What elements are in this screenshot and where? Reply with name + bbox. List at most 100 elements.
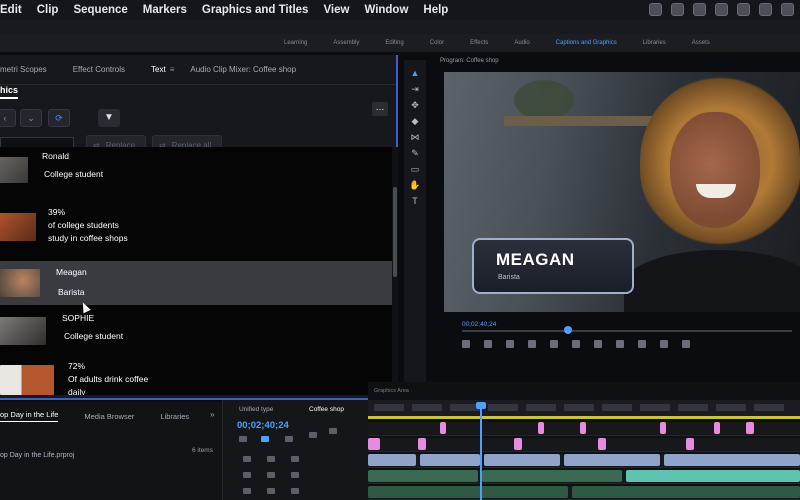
graphic-clip[interactable] <box>598 438 606 450</box>
edit-status-icon[interactable] <box>649 3 662 16</box>
list-item-selected[interactable]: Meagan Barista <box>0 261 392 305</box>
workspace-assembly[interactable]: Assembly <box>333 40 359 46</box>
track-eye-icon[interactable] <box>291 488 299 494</box>
track-select-tool-icon[interactable]: ⇥ <box>409 84 421 94</box>
graphic-clip[interactable] <box>580 422 586 434</box>
tab-media-browser[interactable]: Media Browser <box>84 412 134 421</box>
graphic-clip[interactable] <box>660 422 666 434</box>
menu-help[interactable]: Help <box>423 4 448 16</box>
go-to-in-icon[interactable] <box>528 340 536 348</box>
workspace-learning[interactable]: Learning <box>284 40 307 46</box>
ripple-edit-tool-icon[interactable]: ✥ <box>409 100 421 110</box>
lift-icon[interactable] <box>638 340 646 348</box>
step-back-icon[interactable] <box>550 340 558 348</box>
wifi-icon[interactable] <box>759 3 772 16</box>
track-target-icon[interactable] <box>267 456 275 462</box>
tab-coffee-shop[interactable]: Coffee shop <box>309 406 344 413</box>
tab-lumetri-scopes[interactable]: metri Scopes <box>0 65 47 74</box>
previous-icon[interactable]: ‹ <box>0 109 16 127</box>
rectangle-tool-icon[interactable]: ▭ <box>409 164 421 174</box>
list-item[interactable]: Ronald College student <box>0 147 392 195</box>
tab-audio-clip-mixer[interactable]: Audio Clip Mixer: Coffee shop <box>190 65 296 74</box>
workspace-audio[interactable]: Audio <box>514 40 529 46</box>
out-point-icon[interactable] <box>506 340 514 348</box>
in-point-icon[interactable] <box>484 340 492 348</box>
menu-graphics-and-titles[interactable]: Graphics and Titles <box>202 4 309 16</box>
timeline-track[interactable] <box>368 454 800 468</box>
hand-tool-icon[interactable]: ✋ <box>409 180 421 190</box>
program-timecode[interactable]: 00;02;40;24 <box>462 321 496 328</box>
menu-markers[interactable]: Markers <box>143 4 187 16</box>
filter-icon[interactable]: ▼ <box>98 109 120 127</box>
menu-sequence[interactable]: Sequence <box>73 4 127 16</box>
app-status-icon[interactable] <box>693 3 706 16</box>
list-item[interactable]: 72% Of adults drink coffee daily <box>0 355 392 395</box>
audio-clip[interactable] <box>368 470 478 482</box>
menu-window[interactable]: Window <box>364 4 408 16</box>
graphic-clip[interactable] <box>714 422 720 434</box>
razor-tool-icon[interactable]: ◆ <box>409 116 421 126</box>
list-scrollbar[interactable] <box>392 147 398 395</box>
video-clip[interactable] <box>368 454 416 466</box>
timeline-track[interactable] <box>368 470 800 484</box>
expand-tabs-icon[interactable]: » <box>210 410 214 419</box>
list-item[interactable]: 39% of college students study in coffee … <box>0 199 392 257</box>
program-scrub-bar[interactable] <box>462 330 792 332</box>
selection-tool-icon[interactable]: ▲ <box>409 68 421 78</box>
menu-view[interactable]: View <box>323 4 349 16</box>
graphic-clip[interactable] <box>538 422 544 434</box>
refresh-icon[interactable]: ⟳ <box>48 109 70 127</box>
tab-effect-controls[interactable]: Effect Controls <box>73 65 125 74</box>
go-to-out-icon[interactable] <box>616 340 624 348</box>
scroll-thumb[interactable] <box>393 187 397 277</box>
workspace-effects[interactable]: Effects <box>470 40 488 46</box>
audio-clip[interactable] <box>482 470 622 482</box>
battery-icon[interactable] <box>737 3 750 16</box>
track-lock-icon[interactable] <box>243 472 251 478</box>
linked-selection-icon[interactable] <box>261 436 269 442</box>
tab-unified-type[interactable]: Unified type <box>239 406 273 413</box>
track-lock-icon[interactable] <box>243 456 251 462</box>
work-area-bar[interactable] <box>368 416 800 419</box>
workspace-editing[interactable]: Editing <box>385 40 403 46</box>
bluetooth-icon[interactable] <box>715 3 728 16</box>
track-target-icon[interactable] <box>267 488 275 494</box>
video-clip[interactable] <box>664 454 800 466</box>
tab-libraries[interactable]: Libraries <box>160 412 189 421</box>
wrench-icon[interactable] <box>329 428 337 434</box>
add-marker-icon[interactable] <box>285 436 293 442</box>
timeline-playhead[interactable] <box>480 404 482 500</box>
graphic-clip[interactable] <box>746 422 754 434</box>
graphic-clip[interactable] <box>368 438 380 450</box>
graphic-clip[interactable] <box>440 422 446 434</box>
graphic-clip[interactable] <box>514 438 522 450</box>
timeline-track[interactable] <box>368 438 800 452</box>
panel-menu-icon[interactable]: ≡ <box>170 65 175 74</box>
list-item[interactable]: SOPHIE College student <box>0 309 392 353</box>
play-icon[interactable] <box>572 340 580 348</box>
timeline-panel[interactable]: Graphics Area <box>368 382 800 500</box>
tab-graphics[interactable]: hics <box>0 85 18 99</box>
video-clip[interactable] <box>484 454 560 466</box>
audio-clip[interactable] <box>572 486 800 498</box>
program-playhead[interactable] <box>564 326 572 334</box>
menu-edit[interactable]: Edit <box>0 4 22 16</box>
sequence-timecode[interactable]: 00;02;40;24 <box>237 420 289 431</box>
video-clip[interactable] <box>420 454 480 466</box>
graphic-clip[interactable] <box>418 438 426 450</box>
step-forward-icon[interactable] <box>594 340 602 348</box>
workspace-assets[interactable]: Assets <box>692 40 710 46</box>
graphic-clip[interactable] <box>686 438 694 450</box>
extract-icon[interactable] <box>660 340 668 348</box>
track-lock-icon[interactable] <box>243 488 251 494</box>
snap-icon[interactable] <box>239 436 247 442</box>
marker-icon[interactable] <box>462 340 470 348</box>
audio-clip[interactable] <box>368 486 568 498</box>
slip-tool-icon[interactable]: ⋈ <box>409 132 421 142</box>
settings-icon[interactable] <box>309 432 317 438</box>
cloud-icon[interactable] <box>671 3 684 16</box>
program-monitor-video[interactable]: MEAGAN Barista <box>444 72 800 312</box>
search-icon[interactable] <box>781 3 794 16</box>
workspace-libraries[interactable]: Libraries <box>643 40 666 46</box>
timeline-ruler[interactable] <box>368 400 800 416</box>
